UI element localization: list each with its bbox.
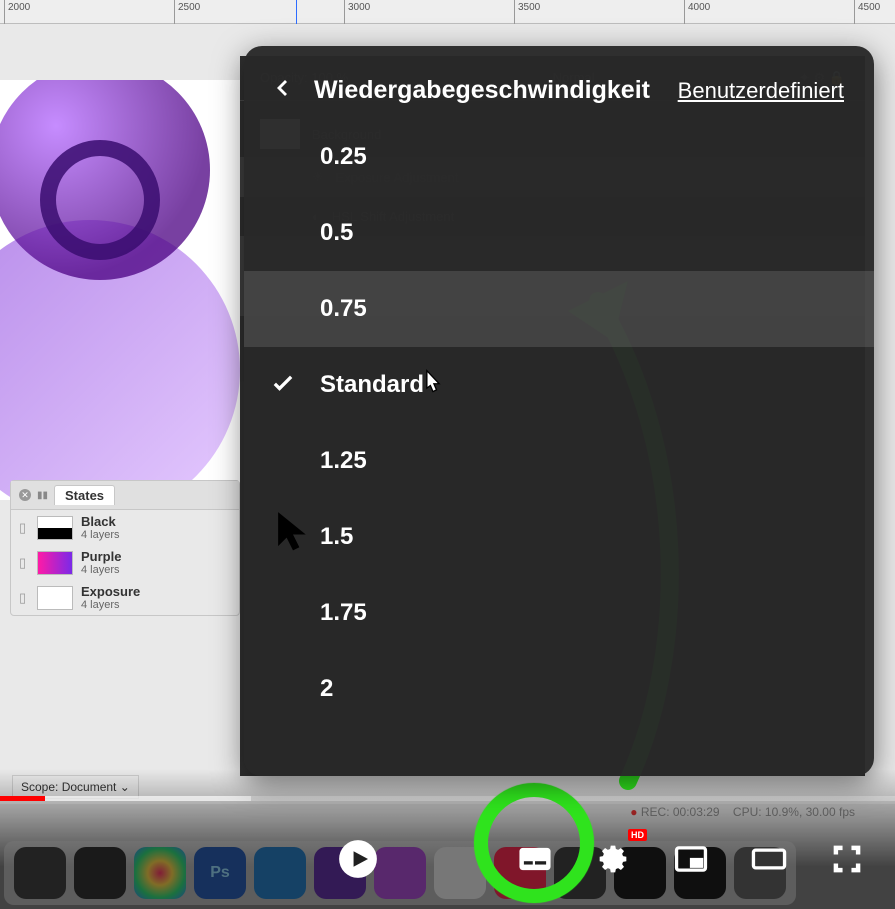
speed-option[interactable]: Standard [244, 347, 874, 423]
speed-option-label: 1.5 [320, 523, 353, 551]
annotation-circle [474, 783, 594, 903]
state-thumbnail [37, 586, 73, 610]
fullscreen-button[interactable] [823, 835, 871, 883]
speed-option-label: 0.5 [320, 219, 353, 247]
ruler-mark: 2500 [178, 2, 200, 13]
ruler-mark: 3000 [348, 2, 370, 13]
state-row[interactable]: ▯ Exposure4 layers [11, 580, 239, 615]
speed-option[interactable]: 1.5 [244, 499, 874, 575]
close-icon[interactable]: ✕ [19, 489, 31, 501]
state-row[interactable]: ▯ Purple4 layers [11, 545, 239, 580]
check-icon [268, 371, 298, 399]
ruler-mark: 2000 [8, 2, 30, 13]
play-button[interactable] [334, 835, 382, 883]
states-tab[interactable]: States [54, 485, 115, 505]
state-thumbnail [37, 551, 73, 575]
pause-icon: ▮▮ [37, 490, 48, 501]
hd-badge: HD [628, 829, 647, 841]
canvas-ruler: 2000 2500 3000 3500 4000 4500 [0, 0, 895, 24]
speed-option[interactable]: 1.25 [244, 423, 874, 499]
ruler-mark: 3500 [518, 2, 540, 13]
page-icon: ▯ [19, 590, 29, 606]
theater-button[interactable] [745, 835, 793, 883]
speed-option-label: 0.75 [320, 295, 367, 323]
speed-option-label: Standard [320, 371, 424, 399]
settings-button[interactable]: HD [589, 835, 637, 883]
speed-option[interactable]: 2 [244, 651, 874, 727]
speed-option-label: 2 [320, 675, 333, 703]
ruler-mark: 4000 [688, 2, 710, 13]
speed-option-label: 1.25 [320, 447, 367, 475]
miniplayer-button[interactable] [667, 835, 715, 883]
page-icon: ▯ [19, 555, 29, 571]
page-icon: ▯ [19, 520, 29, 536]
back-button[interactable] [270, 76, 294, 105]
states-panel[interactable]: ✕ ▮▮ States ▯ Black4 layers ▯ Purple4 la… [10, 480, 240, 616]
canvas-image [0, 80, 240, 500]
state-row[interactable]: ▯ Black4 layers [11, 510, 239, 545]
playback-speed-menu[interactable]: Wiedergabegeschwindigkeit Benutzerdefini… [244, 46, 874, 776]
speed-option[interactable]: 0.75 [244, 271, 874, 347]
menu-title: Wiedergabegeschwindigkeit [314, 76, 650, 105]
state-thumbnail [37, 516, 73, 540]
ruler-mark: 4500 [858, 2, 880, 13]
speed-option[interactable]: 0.25 [244, 119, 874, 195]
speed-option-label: 0.25 [320, 143, 367, 171]
video-progress[interactable] [0, 796, 895, 801]
speed-option-label: 1.75 [320, 599, 367, 627]
speed-option[interactable]: 1.75 [244, 575, 874, 651]
speed-option[interactable]: 0.5 [244, 195, 874, 271]
custom-speed-link[interactable]: Benutzerdefiniert [678, 78, 844, 104]
